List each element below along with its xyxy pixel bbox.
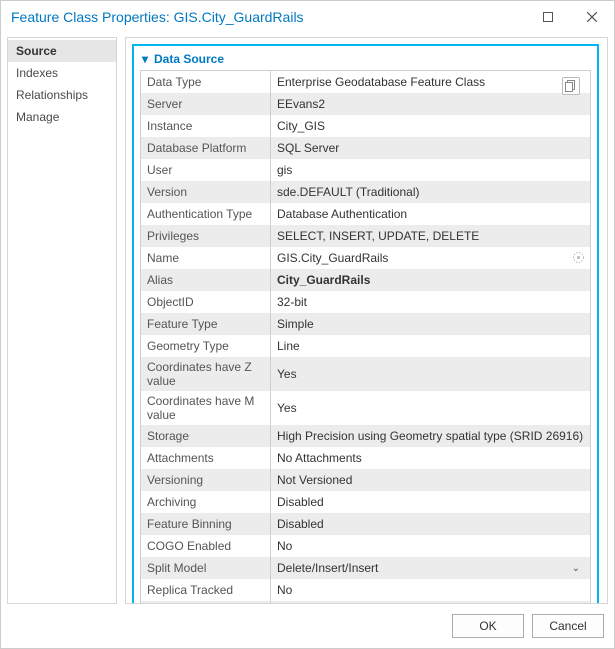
property-value: Not Versioned — [271, 469, 590, 491]
titlebar: Feature Class Properties: GIS.City_Guard… — [1, 1, 614, 33]
main-area: SourceIndexesRelationshipsManage ▾ Data … — [1, 33, 614, 608]
table-row: Versionsde.DEFAULT (Traditional) — [141, 181, 590, 203]
property-label: User — [141, 159, 271, 181]
property-label: Feature Type — [141, 313, 271, 335]
property-value: gis — [271, 159, 590, 181]
table-row: Authentication TypeDatabase Authenticati… — [141, 203, 590, 225]
properties-table: Data TypeEnterprise Geodatabase Feature … — [140, 70, 591, 604]
property-value: 32-bit — [271, 291, 590, 313]
property-label: COGO Enabled — [141, 535, 271, 557]
property-label: Database Platform — [141, 137, 271, 159]
property-label: Feature Binning — [141, 513, 271, 535]
property-label: Archiving — [141, 491, 271, 513]
table-row: Data TypeEnterprise Geodatabase Feature … — [141, 71, 590, 93]
property-label: Versioning — [141, 469, 271, 491]
property-value: Line — [271, 335, 590, 357]
property-label: Coordinates have Z value — [141, 357, 271, 391]
property-value: Disabled — [271, 513, 590, 535]
property-label: Data Type — [141, 71, 271, 93]
table-row: ObjectID32-bit — [141, 291, 590, 313]
property-value[interactable]: Delete/Insert/Insert⌄ — [271, 557, 590, 579]
window-title: Feature Class Properties: GIS.City_Guard… — [11, 9, 526, 25]
sidebar-item-indexes[interactable]: Indexes — [8, 62, 116, 84]
property-label: ObjectID — [141, 291, 271, 313]
section-header-data-source[interactable]: ▾ Data Source — [140, 50, 591, 70]
property-label: Minimum Client Version — [141, 601, 271, 604]
content-panel: ▾ Data Source Data TypeEnterprise Geodat… — [125, 37, 608, 604]
property-label: Version — [141, 181, 271, 203]
property-label: Alias — [141, 269, 271, 291]
property-value: City_GIS — [271, 115, 590, 137]
property-value: sde.DEFAULT (Traditional) — [271, 181, 590, 203]
table-row: Feature TypeSimple — [141, 313, 590, 335]
property-value: EEvans2 — [271, 93, 590, 115]
property-label: Name — [141, 247, 271, 269]
data-source-section: ▾ Data Source Data TypeEnterprise Geodat… — [132, 44, 599, 604]
table-row: StorageHigh Precision using Geometry spa… — [141, 425, 590, 447]
property-value: No — [271, 579, 590, 601]
property-value: SELECT, INSERT, UPDATE, DELETE — [271, 225, 590, 247]
sidebar-item-manage[interactable]: Manage — [8, 106, 116, 128]
table-row: Geometry TypeLine — [141, 335, 590, 357]
maximize-icon[interactable] — [526, 1, 570, 33]
cancel-button[interactable]: Cancel — [532, 614, 604, 638]
property-value: GIS.City_GuardRails — [271, 247, 590, 269]
table-row: Coordinates have M valueYes — [141, 391, 590, 425]
property-label: Instance — [141, 115, 271, 137]
table-row: VersioningNot Versioned — [141, 469, 590, 491]
ok-button[interactable]: OK — [452, 614, 524, 638]
property-value: No Attachments — [271, 447, 590, 469]
property-value: Simple — [271, 313, 590, 335]
dialog-footer: OK Cancel — [1, 608, 614, 644]
section-title: Data Source — [154, 52, 224, 66]
property-label: Replica Tracked — [141, 579, 271, 601]
locate-icon[interactable] — [570, 249, 586, 265]
property-label: Authentication Type — [141, 203, 271, 225]
table-row: Coordinates have Z valueYes — [141, 357, 590, 391]
property-value: Yes — [271, 357, 590, 391]
property-value: No — [271, 535, 590, 557]
table-row: NameGIS.City_GuardRails — [141, 247, 590, 269]
close-icon[interactable] — [570, 1, 614, 33]
table-row: ServerEEvans2 — [141, 93, 590, 115]
table-row: Database PlatformSQL Server — [141, 137, 590, 159]
property-value: SQL Server — [271, 137, 590, 159]
property-value: City_GuardRails — [271, 269, 590, 291]
chevron-down-icon: ⌄ — [572, 563, 580, 574]
property-label: Server — [141, 93, 271, 115]
property-label: Coordinates have M value — [141, 391, 271, 425]
sidebar-item-relationships[interactable]: Relationships — [8, 84, 116, 106]
sidebar: SourceIndexesRelationshipsManage — [7, 37, 117, 604]
property-label: Attachments — [141, 447, 271, 469]
table-row: Usergis — [141, 159, 590, 181]
table-row: InstanceCity_GIS — [141, 115, 590, 137]
property-value: High Precision using Geometry spatial ty… — [271, 425, 590, 447]
table-row: COGO EnabledNo — [141, 535, 590, 557]
property-value: Yes — [271, 391, 590, 425]
sidebar-item-source[interactable]: Source — [8, 40, 116, 62]
table-row: Split ModelDelete/Insert/Insert⌄ — [141, 557, 590, 579]
chevron-down-icon: ▾ — [140, 52, 150, 66]
table-row: PrivilegesSELECT, INSERT, UPDATE, DELETE — [141, 225, 590, 247]
property-value: 2.6 / 10.8.1 — [271, 601, 590, 604]
property-label: Storage — [141, 425, 271, 447]
property-label: Split Model — [141, 557, 271, 579]
table-row: Replica TrackedNo — [141, 579, 590, 601]
table-row: Feature BinningDisabled — [141, 513, 590, 535]
property-value: Disabled — [271, 491, 590, 513]
table-row: AttachmentsNo Attachments — [141, 447, 590, 469]
table-row: ArchivingDisabled — [141, 491, 590, 513]
table-row: Minimum Client Version2.6 / 10.8.1 — [141, 601, 590, 604]
property-label: Geometry Type — [141, 335, 271, 357]
table-row: AliasCity_GuardRails — [141, 269, 590, 291]
property-label: Privileges — [141, 225, 271, 247]
property-value: Enterprise Geodatabase Feature Class — [271, 71, 590, 93]
property-value: Database Authentication — [271, 203, 590, 225]
